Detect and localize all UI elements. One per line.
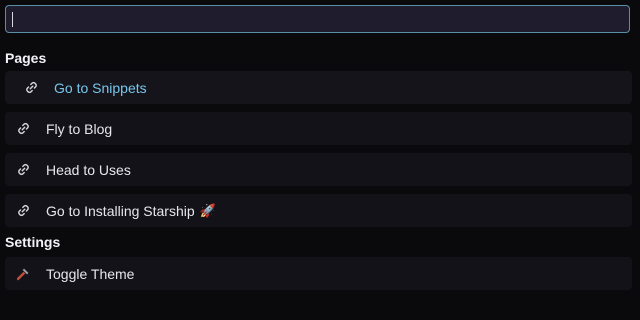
- command-item-label: Go to Snippets: [54, 79, 147, 96]
- rocket-icon: 🚀: [199, 202, 216, 218]
- command-item-label: Go to Installing Starship: [46, 202, 195, 219]
- command-item-label: Head to Uses: [46, 161, 131, 178]
- command-item-go-to-installing-starship[interactable]: Go to Installing Starship 🚀: [5, 194, 632, 227]
- section-heading-pages: Pages: [5, 50, 47, 66]
- command-item-label: Fly to Blog: [46, 120, 113, 137]
- command-item-head-to-uses[interactable]: Head to Uses: [5, 153, 632, 186]
- command-item-go-to-snippets[interactable]: Go to Snippets: [5, 71, 632, 104]
- link-icon: [16, 163, 30, 177]
- section-heading-settings: Settings: [5, 234, 61, 250]
- search-input[interactable]: [13, 5, 629, 33]
- pages-list: Go to Snippets Fly to Blog Head to Uses …: [5, 71, 632, 227]
- link-icon: [16, 204, 30, 218]
- link-icon: [16, 122, 30, 136]
- hammer-icon: [16, 267, 30, 281]
- command-item-fly-to-blog[interactable]: Fly to Blog: [5, 112, 632, 145]
- command-item-toggle-theme[interactable]: Toggle Theme: [5, 257, 632, 290]
- command-palette: Pages Go to Snippets Fly to Blog Head to…: [0, 0, 640, 320]
- search-box[interactable]: [5, 5, 630, 33]
- command-item-label: Toggle Theme: [46, 265, 135, 282]
- link-icon: [24, 81, 38, 95]
- settings-list: Toggle Theme: [5, 257, 632, 290]
